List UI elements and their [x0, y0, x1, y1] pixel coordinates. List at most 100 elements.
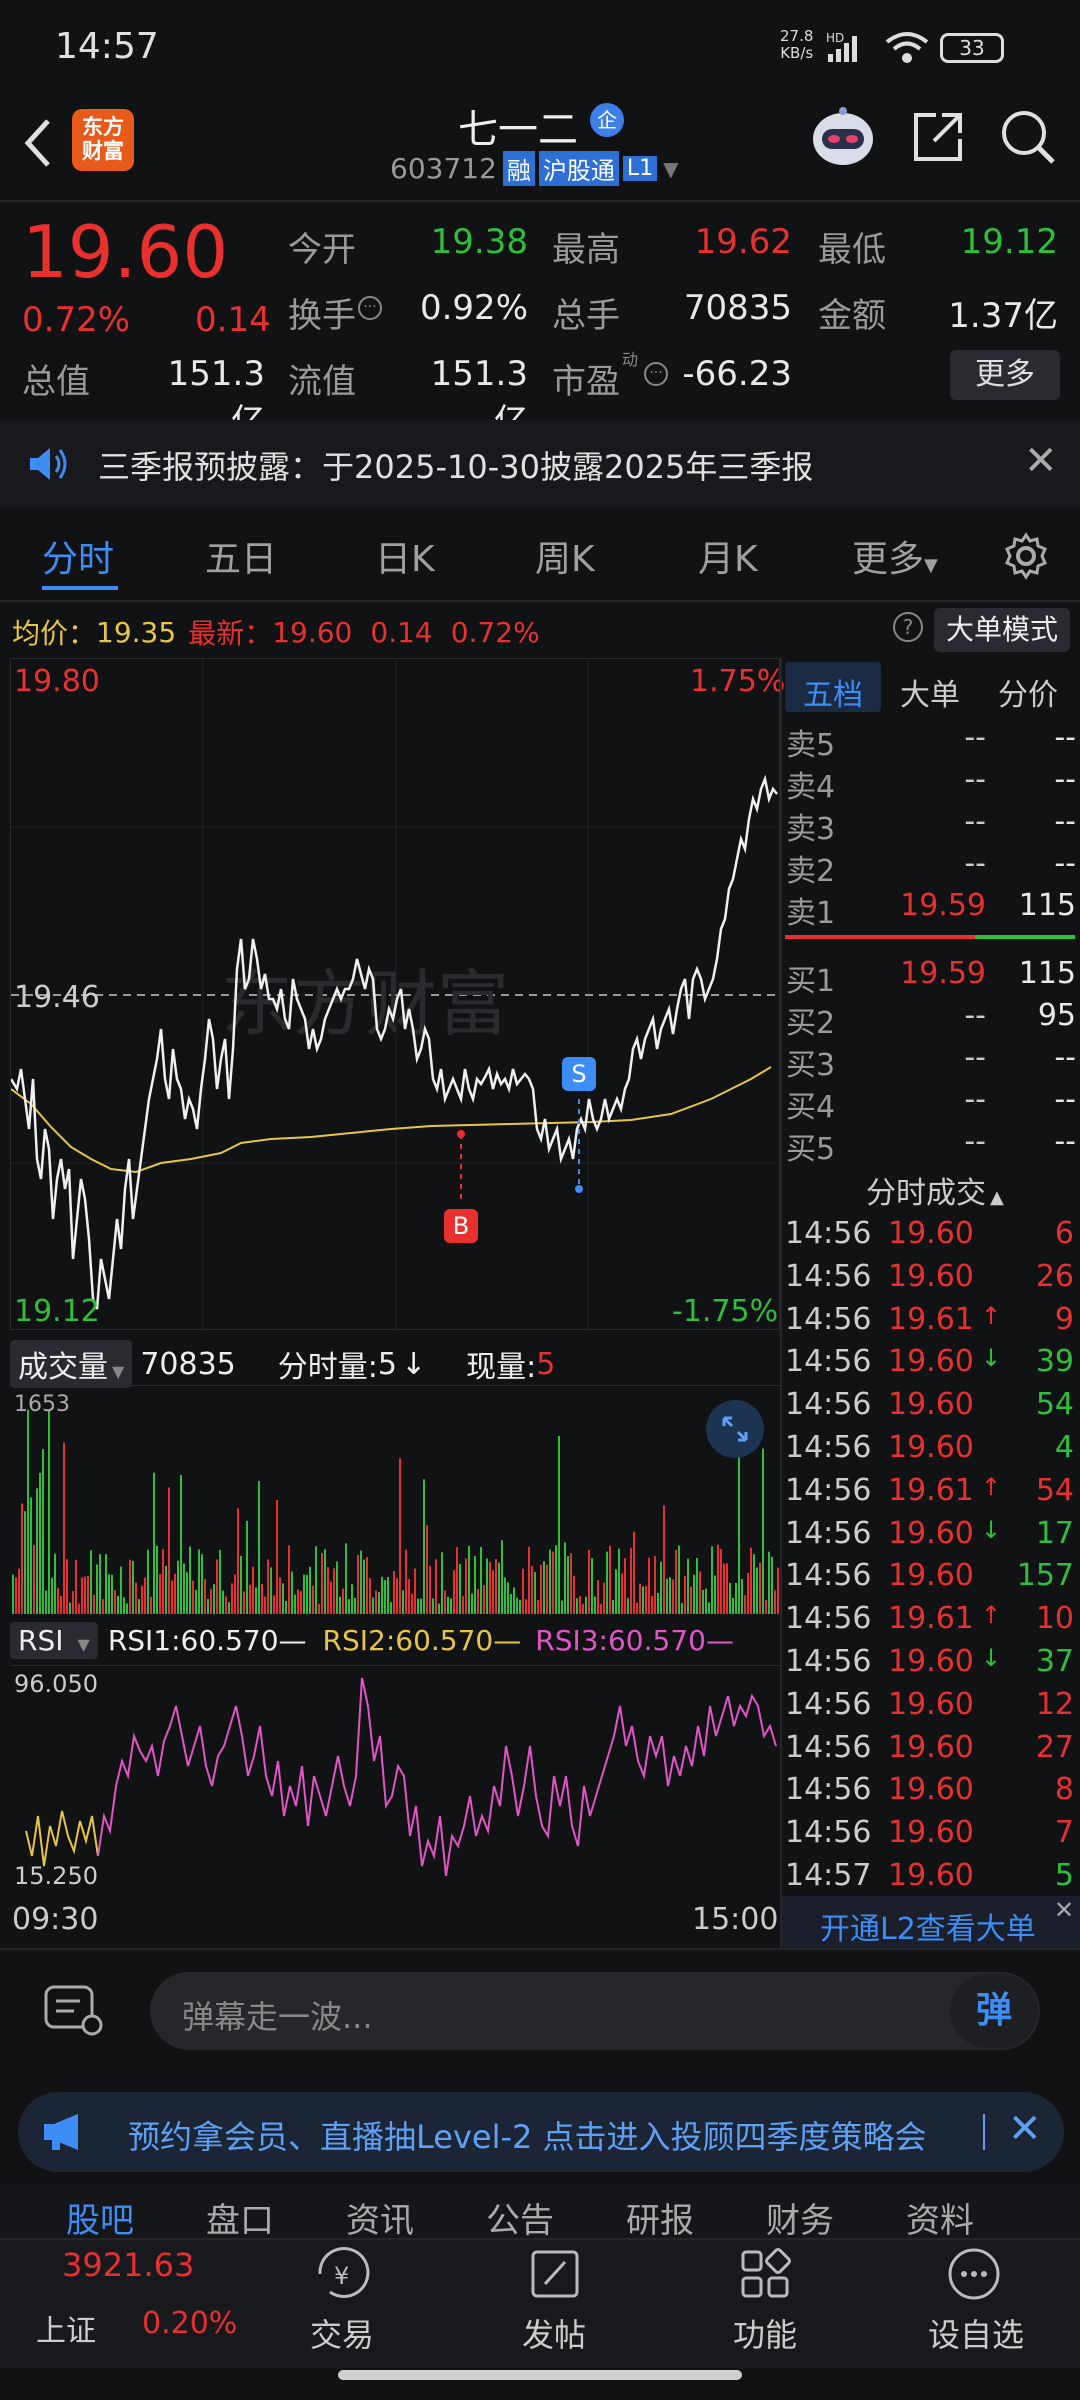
- volume-bar: [603, 1582, 605, 1614]
- orderbook-tab-price[interactable]: 分价: [998, 670, 1058, 714]
- search-icon[interactable]: [998, 107, 1058, 171]
- tab-monthly-k[interactable]: 月K: [698, 530, 758, 582]
- help-icon[interactable]: ?: [893, 612, 923, 642]
- volume-bar: [27, 1409, 29, 1614]
- volume-value: 70835: [683, 288, 792, 328]
- orderbook-tab-bigorder[interactable]: 大单: [900, 670, 960, 714]
- latest-label: 最新：: [188, 617, 273, 650]
- tick-qty: 10: [1035, 1601, 1074, 1637]
- subtab-item[interactable]: 公告: [486, 2193, 554, 2240]
- info-icon[interactable]: ···: [358, 296, 382, 320]
- sell-row: 卖2 -- --: [786, 846, 1076, 889]
- tick-qty: 7: [1054, 1815, 1074, 1851]
- tab-daily-k[interactable]: 日K: [375, 530, 435, 582]
- function-label[interactable]: 功能: [733, 2310, 797, 2356]
- promo-banner[interactable]: 预约拿会员、直播抽Level-2 点击进入投顾四季度策略会 ✕: [18, 2092, 1064, 2172]
- big-order-mode-button[interactable]: 大单模式: [934, 608, 1070, 652]
- tick-price: 19.61: [888, 1601, 974, 1637]
- volume-bar: [114, 1590, 116, 1614]
- volume-bar: [648, 1557, 650, 1614]
- settings-gear-icon[interactable]: [1002, 532, 1050, 584]
- tab-weekly-k[interactable]: 周K: [535, 530, 595, 582]
- volume-bar: [654, 1556, 656, 1614]
- share-icon[interactable]: [908, 107, 968, 171]
- subtab-item[interactable]: 研报: [626, 2193, 694, 2240]
- trade-label[interactable]: 交易: [310, 2310, 374, 2356]
- close-l2-icon[interactable]: ✕: [1054, 1896, 1074, 1924]
- ticks-title[interactable]: 分时成交 ▲: [866, 1168, 1004, 1212]
- volume-bar: [330, 1581, 332, 1614]
- volume-bar: [306, 1574, 308, 1614]
- sell-price: --: [964, 720, 986, 755]
- rsi-chart-svg: [25, 1677, 777, 1877]
- volume-bar: [276, 1500, 278, 1614]
- volume-bar: [48, 1409, 50, 1614]
- comment-input[interactable]: 弹幕走一波... 弹: [150, 1972, 1040, 2050]
- trade-icon[interactable]: ¥: [310, 2244, 380, 2304]
- volume-bar: [771, 1556, 773, 1614]
- notice-bar[interactable]: 三季报预披露：于2025-10-30披露2025年三季报 ✕: [0, 420, 1080, 508]
- volume-bar: [744, 1595, 746, 1614]
- tick-row: 14:56 19.60 6: [783, 1216, 1080, 1258]
- tick-qty: 9: [1054, 1301, 1074, 1337]
- intraday-info-row: 均价： 19.35 最新： 19.60 0.14 0.72%: [12, 612, 540, 652]
- rsi-selector[interactable]: RSI ▼: [10, 1622, 98, 1659]
- price-chart[interactable]: 东方财富 B S: [9, 658, 781, 1331]
- volume-bar: [192, 1580, 194, 1614]
- volume-bar: [480, 1547, 482, 1614]
- dropdown-icon[interactable]: ▼: [663, 157, 678, 181]
- subtab-item[interactable]: 资讯: [346, 2193, 414, 2240]
- volume-bar: [249, 1584, 251, 1614]
- close-notice-icon[interactable]: ✕: [1024, 438, 1058, 484]
- subtab-item[interactable]: 股吧: [66, 2193, 134, 2240]
- sell-label: 卖3: [786, 812, 836, 847]
- volume-bar: [753, 1554, 755, 1614]
- index-value[interactable]: 3921.63: [62, 2246, 194, 2284]
- volume-bar: [540, 1564, 542, 1614]
- volume-bar: [522, 1568, 524, 1614]
- app-logo[interactable]: 东方 财富: [72, 109, 134, 171]
- volume-bar: [633, 1531, 635, 1614]
- l2-link[interactable]: 开通L2查看大单: [820, 1912, 1036, 1947]
- volume-bar: [735, 1582, 737, 1614]
- function-icon[interactable]: [735, 2244, 795, 2304]
- add-watchlist-icon[interactable]: [944, 2244, 1004, 2304]
- post-label[interactable]: 发帖: [522, 2310, 586, 2356]
- tab-five-day[interactable]: 五日: [205, 530, 277, 582]
- sell-marker-label: S: [571, 1060, 586, 1088]
- high-value: 19.62: [694, 222, 792, 262]
- buy-price: --: [964, 1040, 986, 1075]
- volume-bar: [402, 1590, 404, 1614]
- subtab-item[interactable]: 盘口: [206, 2193, 274, 2240]
- price-chart-svg: 东方财富 B S: [9, 659, 781, 1331]
- volume-selector[interactable]: 成交量 ▼: [10, 1340, 133, 1388]
- volume-bar: [450, 1598, 452, 1614]
- battery-icon: 33: [940, 33, 1004, 63]
- sell-price: --: [964, 846, 986, 881]
- pct-high-value: 1.75%: [690, 664, 786, 699]
- home-indicator[interactable]: [338, 2370, 742, 2380]
- add-watchlist-label[interactable]: 设自选: [928, 2310, 1024, 2356]
- subtab-item[interactable]: 资料: [906, 2193, 974, 2240]
- volume-bar: [60, 1596, 62, 1614]
- tab-more[interactable]: 更多▼: [852, 530, 938, 582]
- volume-bar: [117, 1595, 119, 1614]
- status-time: 14:57: [55, 26, 159, 67]
- robot-assistant-icon[interactable]: [808, 103, 878, 177]
- back-icon[interactable]: [18, 113, 58, 177]
- volume-bar: [327, 1567, 329, 1614]
- subtab-item[interactable]: 财务: [766, 2193, 834, 2240]
- close-promo-icon[interactable]: ✕: [1008, 2106, 1042, 2152]
- tab-intraday[interactable]: 分时: [42, 530, 114, 582]
- l2-banner[interactable]: 开通L2查看大单 ✕: [782, 1896, 1080, 1948]
- comment-list-icon[interactable]: [36, 1975, 116, 2045]
- tick-row: 14:57 19.60 5: [783, 1858, 1080, 1900]
- post-icon[interactable]: [525, 2244, 585, 2304]
- more-quote-button[interactable]: 更多: [950, 350, 1060, 400]
- danmu-button[interactable]: 弹: [950, 1974, 1038, 2048]
- volume-bar: [39, 1472, 41, 1614]
- tag-level: L1: [622, 156, 658, 181]
- tick-qty: 12: [1035, 1686, 1074, 1722]
- expand-chart-icon[interactable]: [706, 1400, 764, 1458]
- orderbook-tab-level5[interactable]: 五档: [803, 670, 863, 714]
